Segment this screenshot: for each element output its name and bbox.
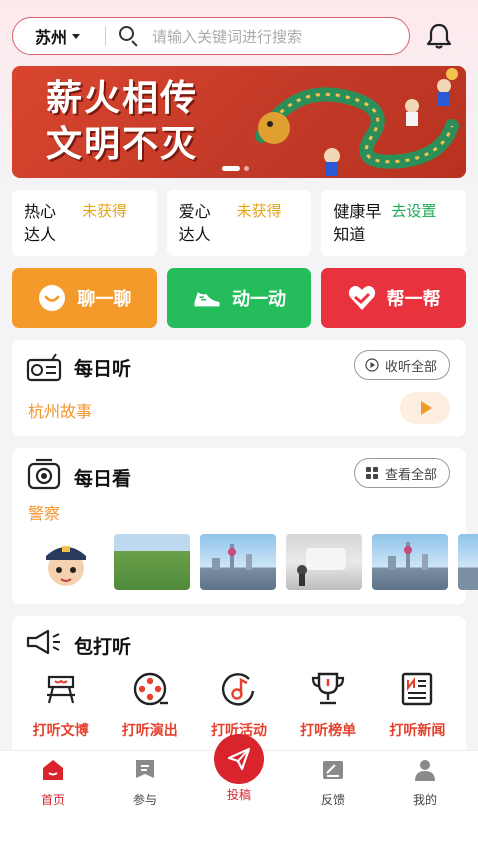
newspaper-icon [396, 668, 438, 710]
service-activity[interactable]: 打听活动 [196, 668, 282, 740]
chat-label: 聊一聊 [77, 289, 132, 310]
view-all-button[interactable]: 查看全部 [353, 458, 450, 488]
bottom-safe-area [0, 810, 478, 850]
daily-listen-title: 每日听 [74, 358, 132, 380]
service-rankings[interactable]: 打听榜单 [285, 668, 371, 740]
service-label: 打听文博 [32, 723, 89, 739]
tab-home[interactable]: 首页 [18, 757, 88, 808]
daily-listen-card: 每日听 收听全部 杭州故事 [12, 340, 466, 436]
search-bar[interactable]: 苏州 请输入关键词进行搜索 [12, 17, 410, 55]
promo-banner[interactable]: 薪火相传 文明不灭 [12, 66, 466, 178]
badge-card-caring[interactable]: 爱心达人 未获得 [166, 190, 312, 256]
park-thumbnail[interactable] [114, 534, 190, 590]
watch-category[interactable]: 警察 [28, 500, 60, 524]
listen-all-label: 收听全部 [384, 359, 437, 375]
radio-icon [26, 352, 62, 386]
paper-plane-icon [227, 747, 251, 771]
badge-status: 未获得 [82, 202, 128, 220]
service-label: 打听演出 [121, 723, 178, 739]
search-icon [118, 25, 140, 47]
tab-mine[interactable]: 我的 [390, 757, 460, 808]
bookmark-icon [132, 757, 158, 783]
play-button[interactable] [400, 392, 450, 424]
banner-pagination [222, 166, 249, 171]
tab-label: 首页 [40, 793, 65, 807]
user-icon [412, 757, 438, 783]
tab-label: 我的 [412, 793, 437, 807]
exercise-button[interactable]: 动一动 [166, 268, 312, 328]
search-divider [105, 26, 106, 46]
service-news[interactable]: 打听新闻 [374, 668, 460, 740]
listen-all-button[interactable]: 收听全部 [353, 350, 450, 380]
badge-row: 热心达人 未获得 爱心达人 未获得 健康早知道 去设置 [12, 190, 467, 256]
service-show[interactable]: 打听演出 [107, 668, 193, 740]
home-icon [40, 757, 66, 783]
post-label: 投稿 [226, 788, 251, 802]
service-label: 打听榜单 [300, 723, 357, 739]
trophy-icon [307, 668, 349, 710]
help-label: 帮一帮 [386, 289, 441, 310]
banner-headline: 薪火相传 文明不灭 [46, 76, 198, 168]
exercise-label: 动一动 [232, 289, 286, 310]
film-reel-icon [129, 668, 171, 710]
megaphone-icon [24, 628, 64, 660]
police-avatar-thumbnail[interactable] [28, 534, 104, 590]
tab-label: 反馈 [320, 793, 345, 807]
search-input[interactable]: 请输入关键词进行搜索 [152, 26, 302, 47]
shoe-icon [192, 283, 222, 313]
view-all-label: 查看全部 [384, 467, 437, 483]
header: 苏州 请输入关键词进行搜索 [12, 17, 466, 55]
exhibition-thumbnail[interactable] [286, 534, 362, 590]
music-note-icon [218, 668, 260, 710]
badge-label: 健康早知道 [333, 202, 382, 244]
inquire-title: 包打听 [74, 636, 132, 658]
heart-hand-icon [347, 283, 377, 313]
inquire-card: 包打听 打听文博 打听演出 打听活动 打听榜单 打听新闻 [12, 616, 466, 750]
badge-label: 爱心达人 [178, 202, 211, 244]
badge-label: 热心达人 [24, 202, 57, 244]
chevron-down-icon [72, 33, 81, 39]
tab-participate[interactable]: 参与 [110, 757, 180, 808]
badge-card-health[interactable]: 健康早知道 去设置 [321, 190, 467, 256]
skyline-thumbnail[interactable] [200, 534, 276, 590]
city-selector[interactable]: 苏州 [13, 24, 105, 48]
daily-watch-title: 每日看 [74, 468, 132, 490]
badge-status: 未获得 [236, 202, 282, 220]
banner-line-2: 文明不灭 [46, 124, 199, 165]
skyline-thumbnail-2[interactable] [372, 534, 448, 590]
service-label: 打听新闻 [389, 723, 446, 739]
tab-label: 参与 [132, 793, 157, 807]
help-button[interactable]: 帮一帮 [321, 268, 467, 328]
action-row: 聊一聊 动一动 帮一帮 [12, 268, 467, 328]
city-label: 苏州 [35, 28, 68, 47]
partial-thumbnail[interactable] [458, 534, 478, 590]
chat-button[interactable]: 聊一聊 [12, 268, 157, 328]
service-museum[interactable]: 打听文博 [18, 668, 104, 740]
camera-icon [26, 458, 62, 494]
inquire-services: 打听文博 打听演出 打听活动 打听榜单 打听新闻 [12, 668, 466, 740]
daily-watch-card: 每日看 查看全部 警察 [12, 448, 478, 604]
museum-icon [40, 668, 82, 710]
post-button[interactable] [214, 734, 264, 784]
feedback-icon [320, 757, 346, 783]
badge-status[interactable]: 去设置 [391, 200, 436, 221]
banner-line-1: 薪火相传 [46, 78, 199, 119]
grid-icon [365, 467, 378, 479]
tab-feedback[interactable]: 反馈 [298, 757, 368, 808]
chat-icon [37, 283, 67, 313]
badge-card-warmhearted[interactable]: 热心达人 未获得 [12, 190, 157, 256]
video-thumbnails [28, 534, 478, 590]
play-circle-icon [365, 358, 379, 372]
bell-icon[interactable] [424, 21, 454, 51]
listen-item-title[interactable]: 杭州故事 [28, 398, 92, 422]
